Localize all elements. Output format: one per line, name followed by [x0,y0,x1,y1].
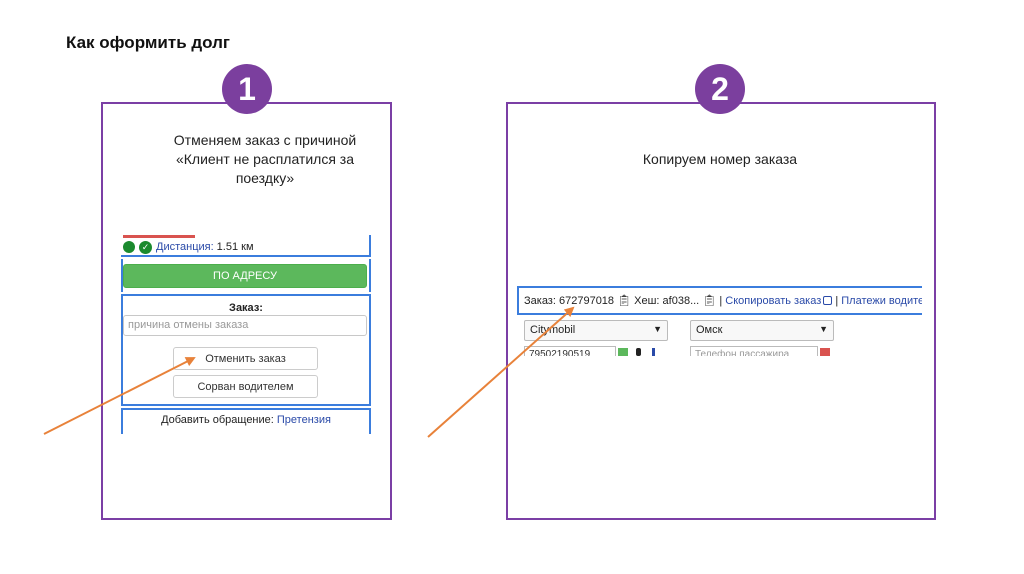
arrow-to-order-number [427,306,575,438]
arrows-layer [43,306,575,438]
arrow-to-cancel-button [43,357,196,435]
